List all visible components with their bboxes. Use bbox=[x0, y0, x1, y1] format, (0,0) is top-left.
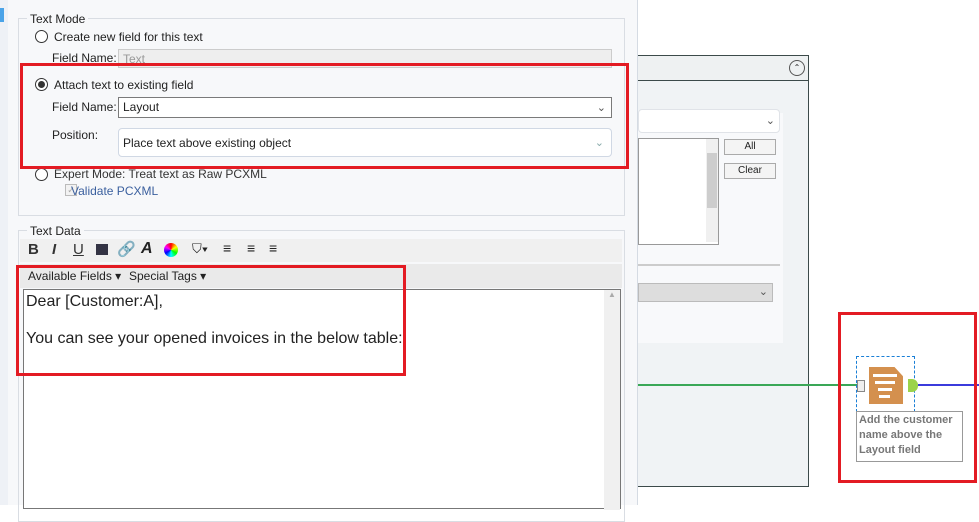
collapse-button[interactable]: ⌃ bbox=[789, 60, 805, 76]
italic-button[interactable]: I bbox=[52, 241, 56, 258]
all-button[interactable]: All bbox=[724, 139, 776, 155]
panel-header bbox=[638, 56, 808, 81]
color-picker-icon[interactable] bbox=[164, 243, 178, 257]
separator bbox=[638, 264, 780, 266]
side-strip bbox=[0, 0, 8, 505]
text-mode-title: Text Mode bbox=[27, 12, 89, 26]
expert-mode-radio[interactable] bbox=[35, 168, 48, 181]
format-toolbar: B I U 🔗 A ⛉▾ ≡ ≡ ≡ bbox=[20, 239, 622, 262]
field-listbox[interactable] bbox=[638, 138, 719, 245]
highlight-attach bbox=[20, 63, 629, 169]
align-left-icon[interactable]: ≡ bbox=[223, 240, 231, 256]
editor-scrollbar[interactable]: ▲ bbox=[604, 290, 620, 510]
font-icon[interactable]: A bbox=[141, 240, 153, 258]
create-new-radio[interactable] bbox=[35, 30, 48, 43]
highlight-text-data bbox=[16, 265, 406, 376]
clear-button[interactable]: Clear bbox=[724, 163, 776, 179]
highlight-tool bbox=[838, 312, 977, 483]
combobox[interactable]: ⌄ bbox=[638, 109, 780, 133]
scrollbar[interactable] bbox=[706, 139, 718, 242]
validate-label: Validate PCXML bbox=[71, 184, 159, 198]
image-icon[interactable] bbox=[96, 244, 108, 255]
bold-button[interactable]: B bbox=[28, 241, 39, 258]
text-data-title: Text Data bbox=[27, 224, 84, 238]
chevron-down-icon: ⌄ bbox=[758, 286, 768, 298]
expert-mode-label: Expert Mode: Treat text as Raw PCXML bbox=[54, 167, 267, 181]
green-connection bbox=[637, 384, 859, 386]
text-config-panel: Text Mode Create new field for this text… bbox=[0, 0, 638, 522]
create-new-label: Create new field for this text bbox=[54, 30, 203, 44]
link-icon[interactable]: 🔗 bbox=[117, 240, 136, 258]
align-center-icon[interactable]: ≡ bbox=[247, 240, 255, 256]
align-right-icon[interactable]: ≡ bbox=[269, 240, 277, 256]
underline-button[interactable]: U bbox=[73, 241, 84, 258]
chevron-down-icon: ⌄ bbox=[765, 115, 775, 127]
highlight-fill-icon[interactable]: ⛉▾ bbox=[192, 241, 208, 257]
dropdown[interactable]: ⌄ bbox=[638, 283, 773, 302]
config-panel: ⌃ ⌄ All Clear ⌄ bbox=[637, 55, 809, 487]
